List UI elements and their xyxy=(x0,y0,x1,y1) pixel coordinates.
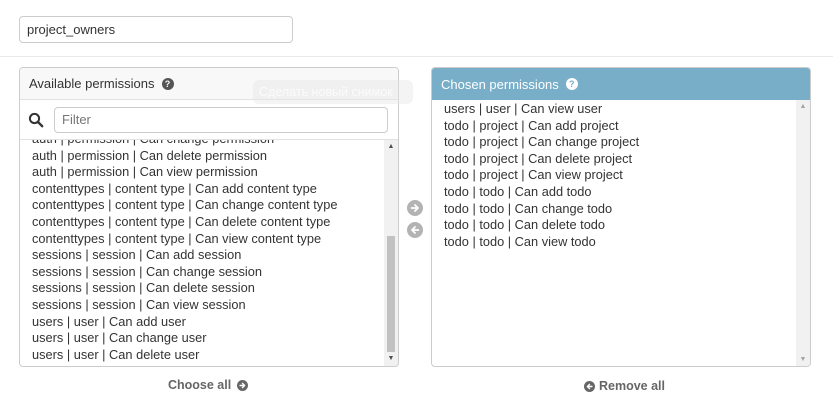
scroll-up-arrow-icon[interactable]: ▲ xyxy=(796,100,810,114)
available-options: auth | permission | Can change permissio… xyxy=(20,140,384,363)
arrow-left-circle-icon xyxy=(411,226,420,234)
scrollbar-thumb[interactable] xyxy=(387,236,395,352)
available-permissions-title: Available permissions xyxy=(29,76,155,91)
choose-all-label: Choose all xyxy=(168,378,232,392)
question-circle-icon[interactable]: ? xyxy=(565,78,578,90)
chosen-options: users | user | Can view user todo | proje… xyxy=(432,101,796,250)
permission-option[interactable]: auth | permission | Can view permission xyxy=(32,164,384,181)
arrow-left-circle-icon xyxy=(584,380,595,392)
question-circle-icon[interactable]: ? xyxy=(161,77,174,90)
permission-option[interactable]: auth | permission | Can change permissio… xyxy=(32,140,384,148)
scroll-down-arrow-icon[interactable]: ▼ xyxy=(384,352,398,366)
chosen-permissions-select[interactable]: users | user | Can view user todo | proje… xyxy=(432,100,810,366)
permission-option[interactable]: users | user | Can delete user xyxy=(32,347,384,364)
available-permissions-box: Available permissions ? auth | permissio… xyxy=(19,67,399,367)
selector-chooser xyxy=(405,200,425,244)
filter-row xyxy=(20,100,398,140)
search-icon xyxy=(28,112,44,127)
available-scrollbar[interactable]: ▲ ▼ xyxy=(384,140,398,366)
chosen-permissions-header: Chosen permissions ? xyxy=(432,68,810,100)
arrow-right-circle-icon xyxy=(237,379,249,391)
permission-option[interactable]: contenttypes | content type | Can delete… xyxy=(32,214,384,231)
permission-option[interactable]: contenttypes | content type | Can add co… xyxy=(32,181,384,198)
remove-all-label: Remove all xyxy=(599,379,666,393)
permission-option[interactable]: todo | todo | Can view todo xyxy=(444,234,796,251)
permission-option[interactable]: sessions | session | Can change session xyxy=(32,264,384,281)
chosen-permissions-box: Chosen permissions ? users | user | Can … xyxy=(431,67,811,367)
permission-option[interactable]: todo | project | Can view project xyxy=(444,167,796,184)
add-selected-button[interactable] xyxy=(407,200,423,216)
permission-option[interactable]: contenttypes | content type | Can view c… xyxy=(32,231,384,248)
remove-selected-button[interactable] xyxy=(407,222,423,238)
arrow-right-circle-icon xyxy=(410,204,419,212)
screenshot-tooltip: Сделать новый снимок xyxy=(253,80,413,104)
permission-option[interactable]: sessions | session | Can add session xyxy=(32,247,384,264)
permission-option[interactable]: todo | todo | Can change todo xyxy=(444,201,796,218)
chosen-permissions-title: Chosen permissions xyxy=(441,76,559,92)
permission-option[interactable]: todo | project | Can delete project xyxy=(444,151,796,168)
permission-option[interactable]: users | user | Can view user xyxy=(444,101,796,118)
scroll-up-arrow-icon[interactable]: ▲ xyxy=(384,140,398,154)
permission-option[interactable]: todo | todo | Can add todo xyxy=(444,184,796,201)
permission-option[interactable]: todo | project | Can add project xyxy=(444,118,796,135)
permission-option[interactable]: todo | todo | Can delete todo xyxy=(444,217,796,234)
permission-option[interactable]: sessions | session | Can delete session xyxy=(32,280,384,297)
permission-option[interactable]: todo | project | Can change project xyxy=(444,134,796,151)
permission-option[interactable]: auth | permission | Can delete permissio… xyxy=(32,148,384,165)
permission-option[interactable]: sessions | session | Can view session xyxy=(32,297,384,314)
chosen-scrollbar[interactable]: ▲ ▼ xyxy=(796,100,810,366)
group-name-input[interactable] xyxy=(19,16,293,43)
choose-all-link[interactable]: Choose all xyxy=(168,378,249,392)
permission-option[interactable]: contenttypes | content type | Can change… xyxy=(32,197,384,214)
divider xyxy=(0,56,833,57)
remove-all-link[interactable]: Remove all xyxy=(584,379,665,393)
permission-option[interactable]: users | user | Can change user xyxy=(32,330,384,347)
scroll-down-arrow-icon[interactable]: ▼ xyxy=(796,353,810,366)
permission-option[interactable]: users | user | Can add user xyxy=(32,314,384,331)
available-permissions-select[interactable]: auth | permission | Can change permissio… xyxy=(20,140,398,366)
filter-input[interactable] xyxy=(54,106,388,133)
